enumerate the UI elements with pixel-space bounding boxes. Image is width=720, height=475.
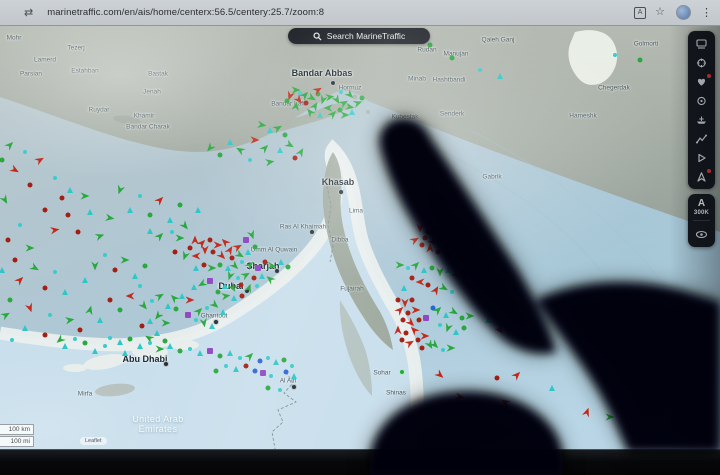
routes-icon [695, 133, 708, 145]
map-landmasses [0, 0, 720, 475]
notification-badge [707, 169, 711, 173]
fleet-icon [695, 114, 708, 126]
browser-url-bar[interactable]: ⇄ marinetraffic.com/en/ais/home/centerx:… [0, 0, 720, 26]
url-text[interactable]: marinetraffic.com/en/ais/home/centerx:56… [47, 7, 324, 18]
favorites-button[interactable] [688, 72, 715, 91]
map-toolbar [688, 31, 715, 189]
layers-icon [695, 38, 708, 50]
playback-button[interactable] [688, 148, 715, 167]
helm-icon [695, 57, 708, 69]
vessel-count-panel[interactable]: A 300K [688, 194, 715, 247]
my-fleet-button[interactable] [688, 110, 715, 129]
monitor-bezel [0, 449, 720, 475]
vessel-icon [695, 171, 708, 183]
routes-button[interactable] [688, 129, 715, 148]
helm-settings-button[interactable] [688, 53, 715, 72]
heart-icon [695, 76, 708, 88]
screen-photo: ⇄ marinetraffic.com/en/ais/home/centerx:… [0, 0, 720, 475]
sync-icon[interactable]: ⇄ [24, 6, 33, 19]
map-layers-button[interactable] [688, 34, 715, 53]
translate-icon[interactable]: A [634, 7, 646, 19]
visibility-button[interactable] [688, 225, 715, 244]
scale-km: 100 km [0, 424, 34, 435]
search-placeholder: Search MarineTraffic [327, 31, 405, 41]
profile-avatar[interactable] [676, 5, 691, 20]
bookmark-star-icon[interactable]: ☆ [655, 7, 665, 18]
search-icon [313, 32, 322, 41]
vessel-alerts-button[interactable] [688, 167, 715, 186]
scale-mi: 100 mi [0, 436, 34, 447]
vessel-filter-letter: A [698, 198, 705, 209]
target-icon [695, 95, 708, 107]
vessel-count-badge: 300K [694, 210, 709, 216]
toolbar-divider [693, 220, 710, 221]
my-location-button[interactable] [688, 91, 715, 110]
notification-badge [707, 74, 711, 78]
search-bar[interactable]: Search MarineTraffic [288, 28, 430, 44]
play-icon [695, 152, 708, 164]
map-attribution[interactable]: Leaflet [80, 437, 107, 445]
browser-menu-icon[interactable]: ⋮ [701, 6, 712, 19]
eye-icon [695, 229, 708, 240]
